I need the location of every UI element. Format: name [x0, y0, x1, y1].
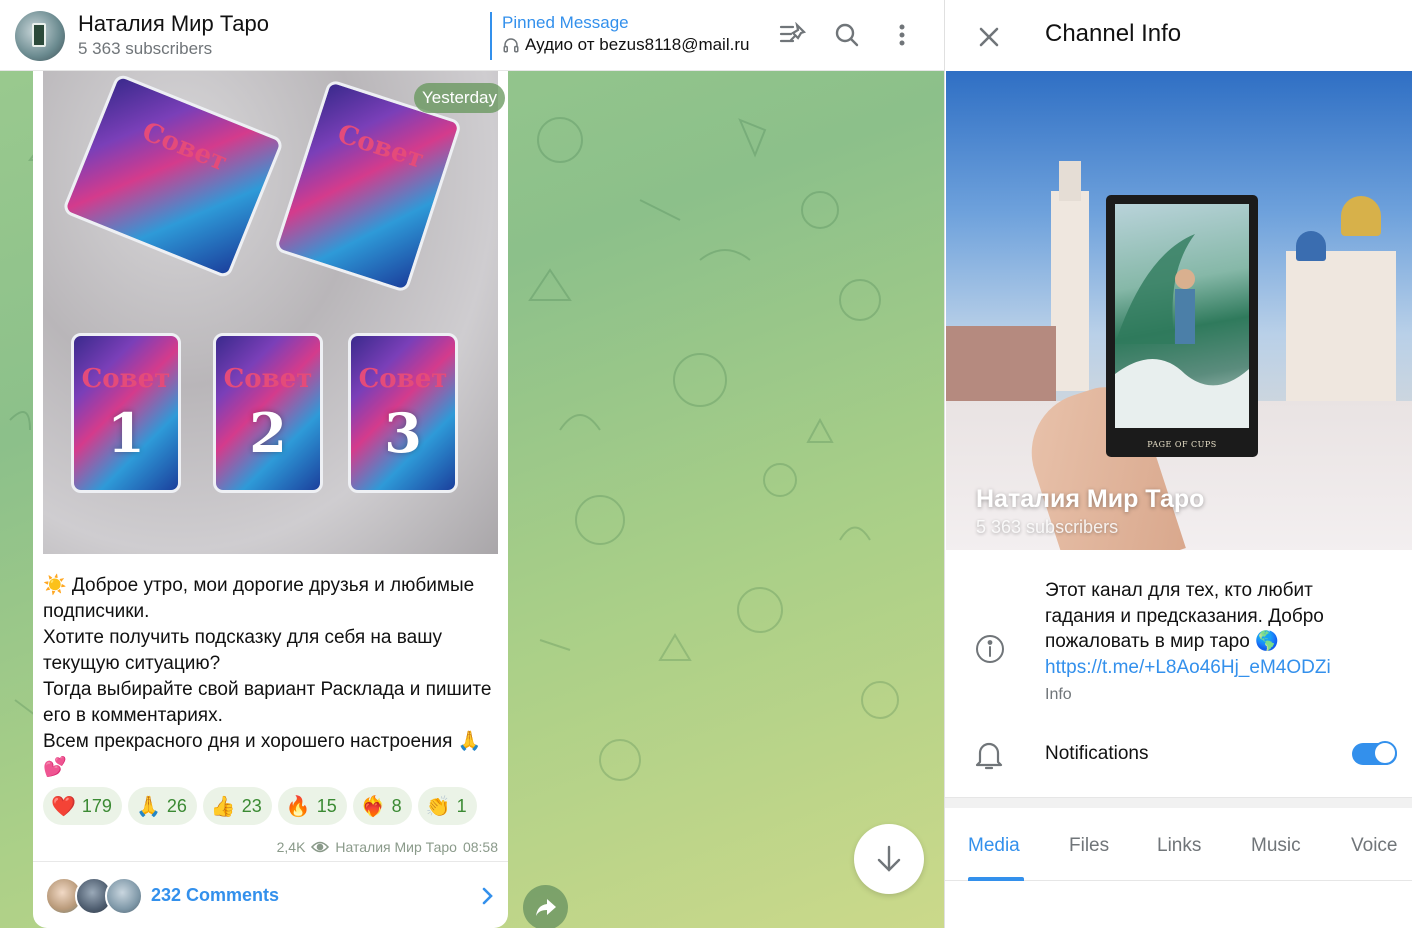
spread-card-number: 2 [249, 400, 287, 465]
description-caption: Info [1045, 686, 1072, 703]
cover-subscribers: 5 363 subscribers [976, 517, 1119, 537]
share-button[interactable] [523, 885, 568, 928]
reaction-pray[interactable]: 🙏 26 [127, 787, 197, 825]
comments-label: 232 Comments [151, 885, 280, 905]
fire-icon: 🔥 [285, 795, 311, 818]
chevron-right-icon [482, 887, 493, 905]
spread-card-3: Совет 3 [348, 333, 458, 493]
reaction-clap[interactable]: 👏 1 [417, 787, 477, 825]
info-header: Channel Info [945, 0, 1412, 71]
spread-card-1: Совет 1 [71, 333, 181, 493]
description-text: Этот канал для тех, кто любит гадания и … [1045, 580, 1324, 652]
post-text-line: ☀️ Доброе утро, мои дорогие друзья и люб… [43, 575, 475, 622]
arrow-down-icon [877, 845, 901, 872]
more-vertical-icon [899, 24, 905, 46]
channel-description: Этот канал для тех, кто любит гадания и … [1045, 578, 1385, 708]
post-text-line: Всем прекрасного дня и хорошего настроен… [43, 731, 482, 778]
pinned-message[interactable]: Pinned Message Аудио от bezus8118@mail.r… [490, 12, 749, 60]
active-tab-indicator [968, 877, 1024, 881]
info-title: Channel Info [1045, 20, 1182, 47]
pinned-message-text: Аудио от bezus8118@mail.ru [502, 35, 749, 55]
reaction-count: 23 [241, 795, 262, 816]
cathedral [1286, 251, 1396, 421]
bell-tower [1051, 191, 1089, 391]
commenter-avatar [105, 877, 143, 915]
section-divider [945, 797, 1412, 808]
close-icon[interactable] [974, 22, 1004, 52]
channel-avatar[interactable] [15, 11, 65, 61]
reaction-count: 8 [391, 795, 402, 816]
channel-post: Совет Совет Совет 1 Совет 2 Совет 3 Yest… [33, 71, 508, 928]
post-text-line: Хотите получить подсказку для себя на ва… [43, 627, 442, 674]
reaction-heart-on-fire[interactable]: ❤️‍🔥 8 [352, 787, 412, 825]
shared-media-tabs: Media Files Links Music Voice [945, 808, 1412, 881]
post-meta: 2,4K Наталия Мир Таро 08:58 [277, 839, 498, 855]
post-author: Наталия Мир Таро [335, 839, 457, 855]
tab-links[interactable]: Links [1157, 835, 1201, 857]
tab-voice[interactable]: Voice [1351, 835, 1397, 857]
comments-button[interactable]: 232 Comments [33, 861, 508, 928]
search-icon [835, 23, 859, 47]
pray-icon: 🙏 [135, 795, 161, 818]
channel-cover-photo[interactable]: PAGE OF CUPS Наталия Мир Таро 5 363 subs… [946, 71, 1412, 550]
pinned-message-content: Аудио от bezus8118@mail.ru [525, 35, 750, 54]
info-icon [976, 635, 1004, 663]
post-text: ☀️ Доброе утро, мои дорогие друзья и люб… [43, 573, 503, 781]
reaction-thumbs-up[interactable]: 👍 23 [202, 787, 272, 825]
notifications-row[interactable]: Notifications [945, 733, 1412, 777]
bell-tower-top [1059, 161, 1081, 201]
more-button[interactable] [885, 18, 919, 52]
pinned-message-label: Pinned Message [502, 13, 629, 32]
post-text-line: Тогда выбирайте свой вариант Расклада и … [43, 679, 492, 726]
heart-icon: ❤️ [51, 795, 76, 818]
spread-card-number: 1 [107, 400, 145, 465]
bell-icon [975, 742, 1003, 770]
blue-dome [1296, 231, 1326, 261]
pinned-list-icon [779, 22, 807, 43]
tab-media[interactable]: Media [968, 835, 1020, 857]
pinned-list-button[interactable] [776, 18, 810, 52]
heart-on-fire-icon: ❤️‍🔥 [360, 795, 386, 818]
reaction-count: 26 [166, 795, 187, 816]
spread-card-2: Совет 2 [213, 333, 323, 493]
headphones-icon [503, 38, 519, 53]
channel-subscribers: 5 363 subscribers [78, 39, 213, 58]
tarot-card-art [1115, 204, 1249, 428]
thumbs-up-icon: 👍 [210, 795, 236, 818]
tarot-card: PAGE OF CUPS [1106, 195, 1258, 457]
golden-dome [1341, 196, 1381, 236]
cover-channel-name: Наталия Мир Таро [976, 485, 1205, 513]
clap-icon: 👏 [425, 795, 451, 818]
chat-header: Наталия Мир Таро 5 363 subscribers Pinne… [0, 0, 944, 71]
deck-card: Совет [61, 72, 285, 280]
share-icon [535, 898, 556, 916]
notifications-toggle[interactable] [1352, 741, 1397, 765]
reactions: ❤️ 179 🙏 26 👍 23 🔥 15 ❤️‍🔥 8 👏 1 [43, 787, 477, 825]
search-button[interactable] [830, 18, 864, 52]
view-count: 2,4K [276, 839, 306, 855]
reaction-count: 1 [456, 795, 467, 816]
reaction-fire[interactable]: 🔥 15 [277, 787, 347, 825]
eye-icon [311, 841, 330, 853]
reaction-count: 179 [81, 795, 112, 816]
chat-panel: Наталия Мир Таро 5 363 subscribers Pinne… [0, 0, 944, 928]
tab-files[interactable]: Files [1069, 835, 1109, 857]
invite-link[interactable]: https://t.me/+L8Ao46Hj_eM4ODZi [1045, 655, 1385, 681]
tarot-wave-figure [1115, 234, 1249, 428]
tarot-card-caption: PAGE OF CUPS [1147, 440, 1217, 449]
spread-card-number: 3 [384, 400, 422, 465]
channel-info-panel: Channel Info PAGE OF CUPS Наталия Мир Та… [944, 0, 1412, 928]
reaction-heart[interactable]: ❤️ 179 [43, 787, 122, 825]
scroll-down-button[interactable] [854, 824, 924, 894]
tab-music[interactable]: Music [1251, 835, 1301, 857]
reaction-count: 15 [316, 795, 337, 816]
date-pill: Yesterday [414, 83, 505, 113]
notifications-label: Notifications [1045, 743, 1149, 764]
post-time: 08:58 [462, 839, 498, 855]
channel-title[interactable]: Наталия Мир Таро [78, 11, 269, 37]
building-left [946, 326, 1056, 406]
post-image[interactable]: Совет Совет Совет 1 Совет 2 Совет 3 [43, 71, 498, 554]
